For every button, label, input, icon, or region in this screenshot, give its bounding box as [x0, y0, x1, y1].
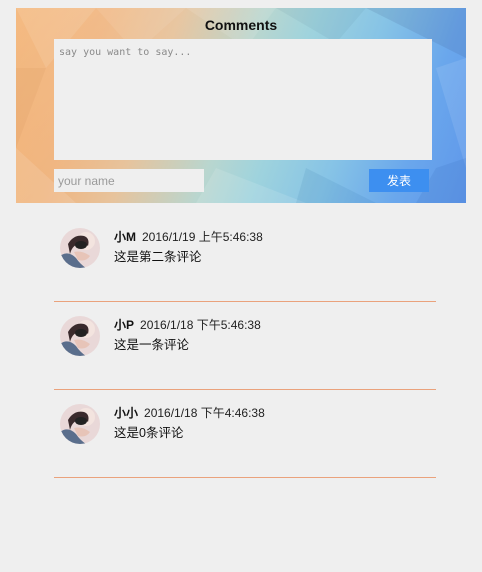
comment-content-input[interactable]: [54, 39, 432, 160]
avatar: [60, 228, 100, 268]
comment-author: 小M: [114, 230, 136, 244]
comment-meta: 小小 2016/1/18 下午4:46:38: [114, 404, 265, 421]
form-title: Comments: [204, 17, 278, 33]
comment-list: 小M 2016/1/19 上午5:46:38 这是第二条评论 小P 2016/1/1…: [54, 214, 436, 478]
comment-time: 2016/1/18 下午5:46:38: [140, 318, 261, 332]
comment-item: 小M 2016/1/19 上午5:46:38 这是第二条评论: [54, 214, 436, 302]
comment-item: 小P 2016/1/18 下午5:46:38 这是一条评论: [54, 302, 436, 390]
comment-text: 这是第二条评论: [114, 250, 202, 264]
comment-time: 2016/1/18 下午4:46:38: [144, 406, 265, 420]
comment-text: 这是0条评论: [114, 426, 184, 440]
comment-item: 小小 2016/1/18 下午4:46:38 这是0条评论: [54, 390, 436, 478]
comment-author: 小小: [114, 406, 139, 420]
avatar: [60, 404, 100, 444]
comment-meta: 小M 2016/1/19 上午5:46:38: [114, 228, 263, 245]
submit-button[interactable]: 发表: [369, 169, 429, 192]
comment-form: Comments 发表: [16, 8, 466, 203]
comment-time: 2016/1/19 上午5:46:38: [142, 230, 263, 244]
comment-meta: 小P 2016/1/18 下午5:46:38: [114, 316, 261, 333]
avatar: [60, 316, 100, 356]
comment-text: 这是一条评论: [114, 338, 190, 352]
comment-author: 小P: [114, 318, 135, 332]
name-input[interactable]: [54, 169, 204, 192]
